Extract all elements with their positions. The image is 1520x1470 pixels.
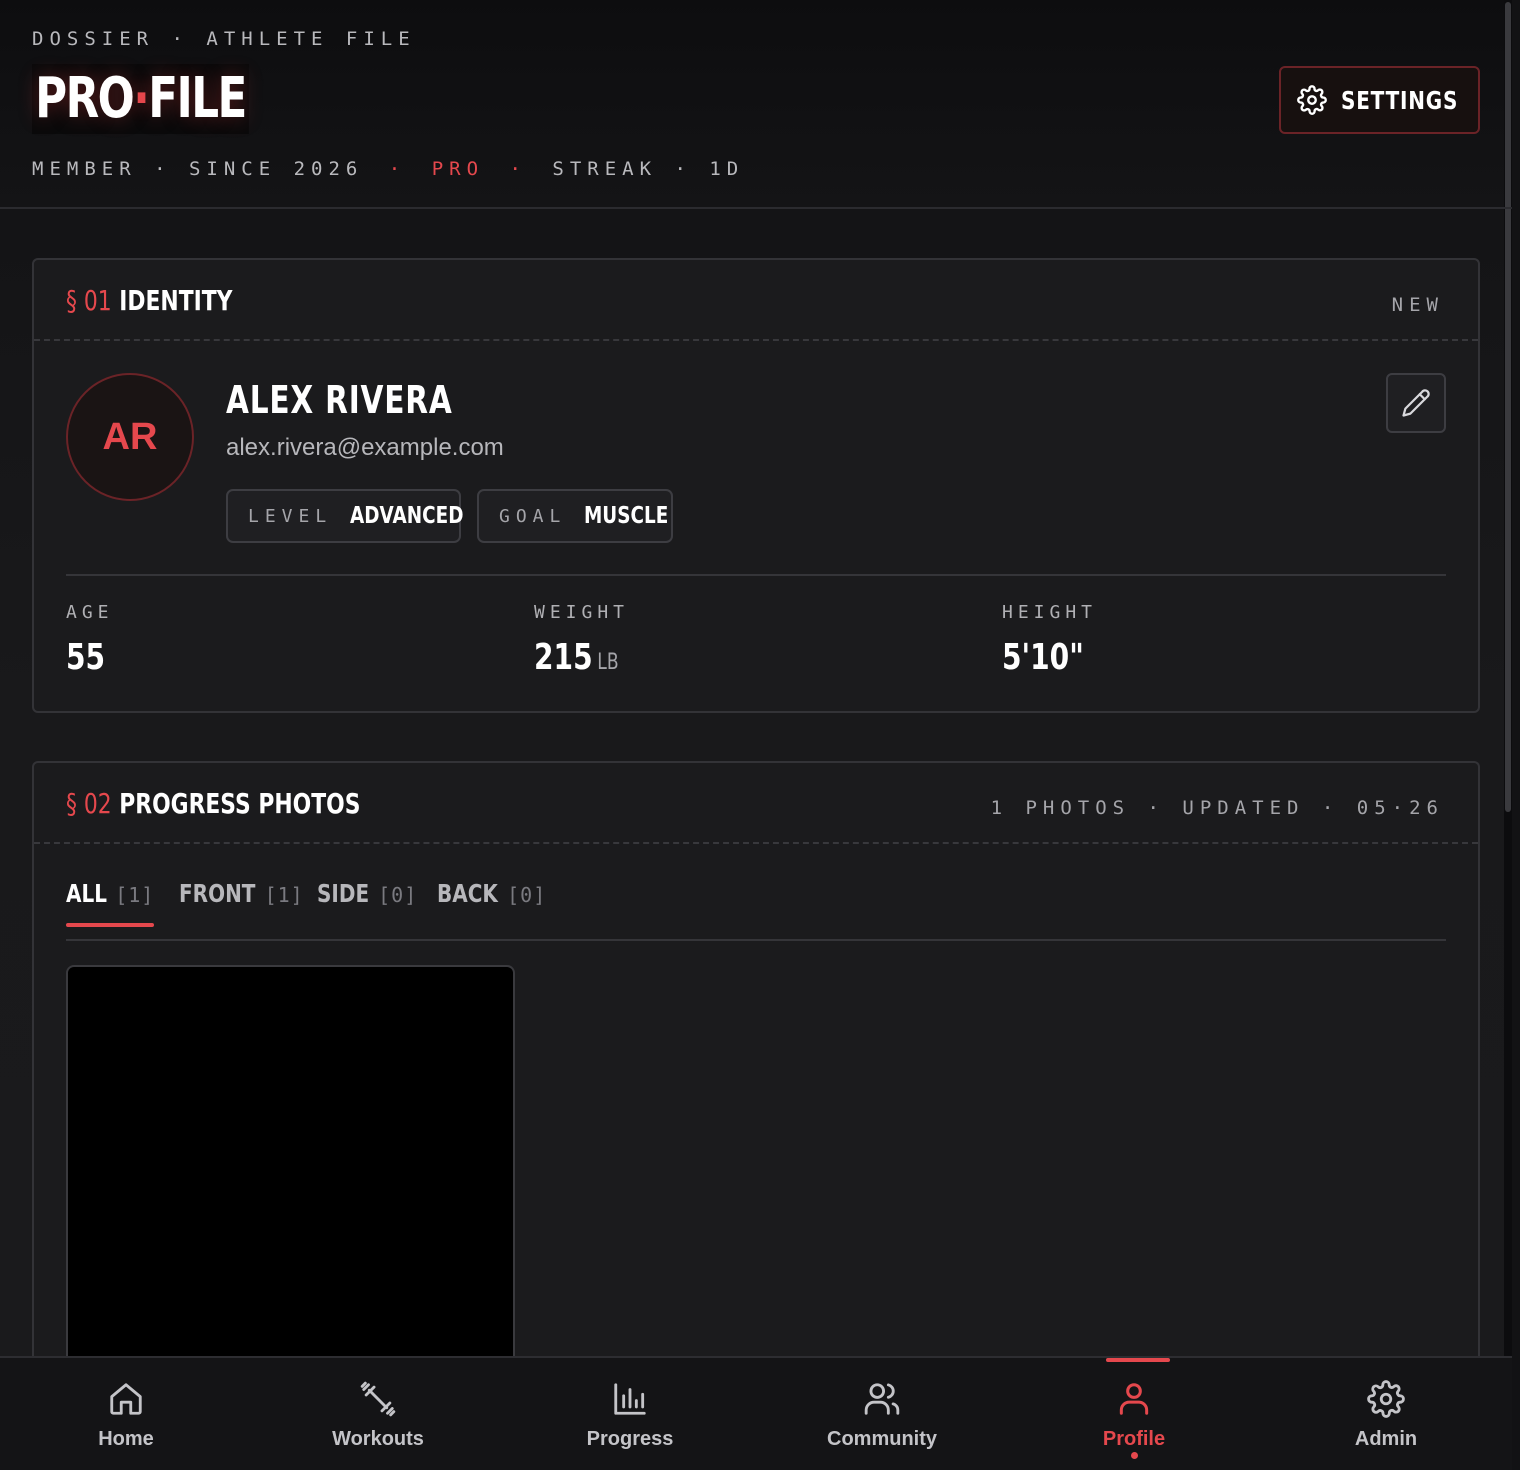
goal-key: GOAL [499, 505, 567, 527]
stat-value: 215 LB [534, 637, 619, 678]
users-icon [864, 1383, 900, 1415]
section-title-text: PROGRESS PHOTOS [119, 787, 361, 820]
bar-chart-icon [614, 1383, 646, 1415]
stat-label: HEIGHT [1002, 602, 1098, 623]
nav-profile[interactable]: Profile [1008, 1358, 1260, 1470]
pencil-icon [1402, 389, 1430, 417]
tab-back[interactable]: BACK [0] [437, 879, 546, 941]
tab-label: BACK [437, 879, 498, 908]
section-number: § 01 [66, 284, 112, 317]
nav-workouts[interactable]: Workouts [252, 1358, 504, 1470]
nav-label: Profile [1102, 1428, 1166, 1450]
nav-label: Progress [586, 1428, 674, 1450]
section-title-text: IDENTITY [119, 284, 233, 317]
tab-label: SIDE [317, 879, 370, 908]
level-pill: LEVEL ADVANCED [226, 489, 464, 543]
photos-card-header: § 02 PROGRESS PHOTOS 1 PHOTOS · UPDATED … [34, 763, 1478, 844]
nav-label: Admin [1354, 1428, 1418, 1450]
user-name: ALEX RIVERA [226, 378, 453, 422]
stat-unit: LB [597, 650, 619, 675]
meta-separator: · [388, 158, 407, 180]
nav-label: Workouts [332, 1428, 424, 1450]
home-icon [110, 1383, 142, 1415]
page-title: PRO·FILE [32, 64, 249, 134]
level-key: LEVEL [248, 505, 333, 527]
user-email: alex.rivera@example.com [226, 434, 504, 461]
dumbbell-icon [360, 1381, 396, 1417]
tab-count: [1] [264, 883, 304, 907]
nav-admin[interactable]: Admin [1260, 1358, 1512, 1470]
page-title-part-a: PRO [35, 66, 135, 131]
nav-progress[interactable]: Progress [504, 1358, 756, 1470]
settings-button[interactable]: SETTINGS [1279, 66, 1480, 134]
member-meta: MEMBER · SINCE 2026 · PRO · STREAK · 1D [32, 158, 744, 180]
page-header: DOSSIER · ATHLETE FILE PRO·FILE MEMBER ·… [0, 0, 1512, 209]
tab-label: FRONT [179, 879, 256, 908]
streak-count: STREAK · 1D [552, 158, 745, 180]
new-badge: NEW [1391, 294, 1444, 316]
stat-number: 5'10" [1002, 637, 1084, 678]
identity-card-header: § 01 IDENTITY NEW [34, 260, 1478, 341]
progress-photo-thumbnail[interactable] [66, 965, 515, 1385]
scrollbar-track[interactable] [1504, 0, 1512, 1470]
profile-page: DOSSIER · ATHLETE FILE PRO·FILE MEMBER ·… [0, 0, 1512, 1470]
goal-value: MUSCLE [584, 503, 669, 529]
avatar: AR [66, 373, 194, 501]
section-number: § 02 [66, 787, 112, 820]
level-value: ADVANCED [350, 503, 464, 529]
photos-section-title: § 02 PROGRESS PHOTOS [66, 787, 360, 820]
identity-section-title: § 01 IDENTITY [66, 284, 232, 317]
stat-height: HEIGHT 5'10" [1002, 602, 1107, 678]
member-since: MEMBER · SINCE 2026 [32, 158, 364, 180]
page-eyebrow: DOSSIER · ATHLETE FILE [32, 28, 416, 50]
photo-filter-tabs: ALL [1] FRONT [1] SIDE [0] BACK [0] [66, 873, 1446, 941]
nav-label: Community [827, 1428, 937, 1450]
stat-number: 55 [66, 637, 106, 678]
tab-all[interactable]: ALL [1] [66, 879, 155, 941]
stat-value: 5'10" [1002, 637, 1084, 678]
page-title-part-b: FILE [148, 66, 247, 131]
user-icon [1119, 1383, 1149, 1415]
tab-count: [0] [507, 883, 547, 907]
settings-button-label: SETTINGS [1341, 85, 1459, 115]
bottom-navigation: Home Workouts Progress Community Profile… [0, 1356, 1512, 1470]
stat-label: WEIGHT [534, 602, 630, 623]
gear-icon [1297, 85, 1328, 115]
tier-badge: PRO [431, 158, 485, 180]
meta-separator: · [509, 158, 527, 180]
tab-count: [0] [378, 883, 418, 907]
stat-number: 215 [534, 637, 593, 678]
page-title-dot: · [133, 66, 150, 131]
tab-side[interactable]: SIDE [0] [317, 879, 417, 941]
stat-age: AGE 55 [66, 602, 116, 678]
identity-divider [66, 574, 1446, 576]
goal-pill: GOAL MUSCLE [477, 489, 673, 543]
edit-profile-button[interactable] [1386, 373, 1446, 433]
stat-label: AGE [66, 602, 114, 623]
photos-summary: 1 PHOTOS · UPDATED · 05·26 [990, 797, 1444, 819]
nav-community[interactable]: Community [756, 1358, 1008, 1470]
tab-label: ALL [66, 879, 107, 908]
nav-home[interactable]: Home [0, 1358, 252, 1470]
tab-front[interactable]: FRONT [1] [179, 879, 304, 941]
identity-card: § 01 IDENTITY NEW AR ALEX RIVERA alex.ri… [32, 258, 1480, 713]
tab-count: [1] [115, 883, 155, 907]
stat-weight: WEIGHT 215 LB [534, 602, 643, 678]
nav-label: Home [98, 1428, 154, 1450]
gear-icon [1367, 1380, 1405, 1418]
stat-value: 55 [66, 637, 105, 678]
